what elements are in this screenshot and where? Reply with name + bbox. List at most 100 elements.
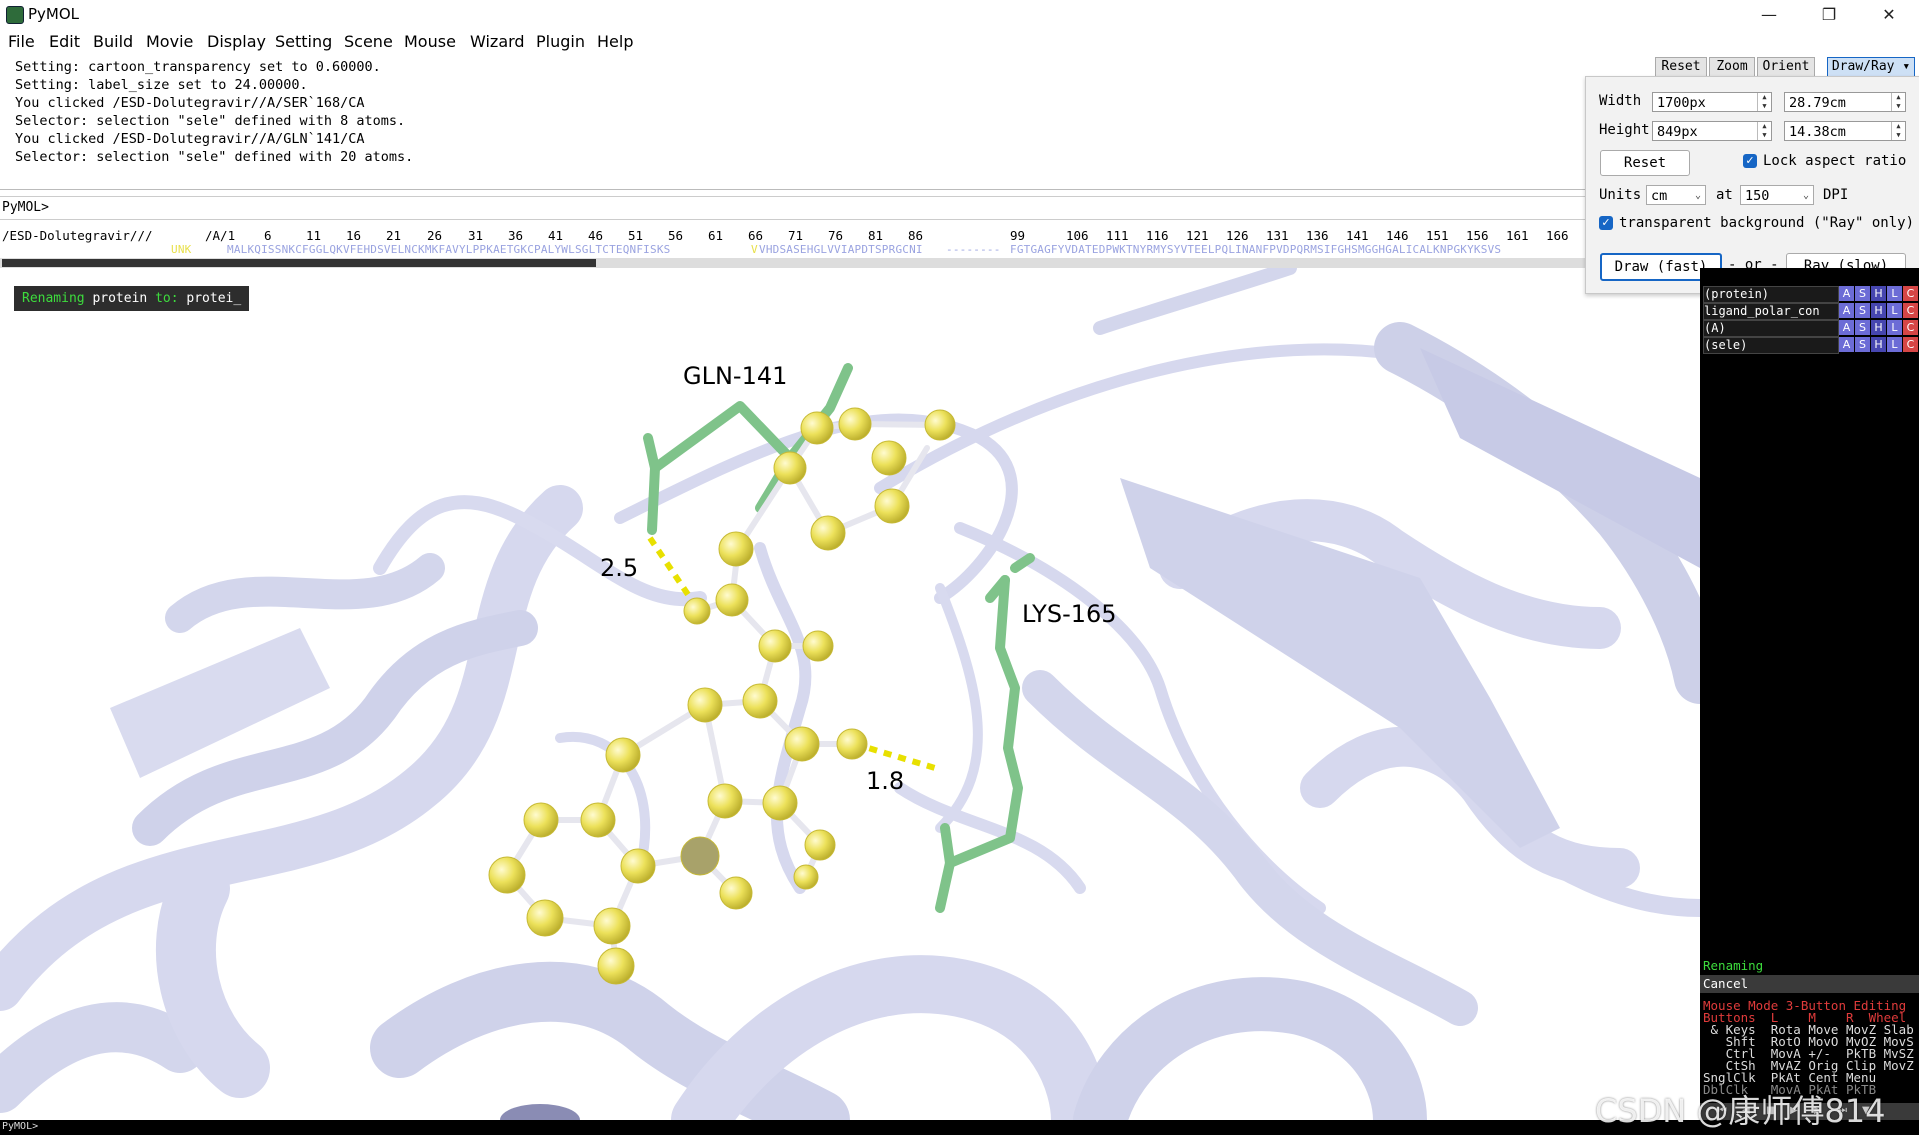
draw-ray-button[interactable]: Draw/Ray ▾ [1827, 57, 1915, 77]
object-name[interactable]: (protein) [1703, 286, 1839, 303]
color-button[interactable]: C [1903, 286, 1918, 301]
sequence-scroll-thumb[interactable] [2, 259, 596, 267]
color-button[interactable]: C [1903, 303, 1918, 318]
restore-icon[interactable]: ❐ [1806, 0, 1852, 28]
command-input[interactable] [58, 198, 1582, 218]
log-line: You clicked /ESD-Dolutegravir//A/SER`168… [15, 95, 365, 111]
title-bar: PyMOL — ❐ ✕ [0, 0, 1919, 28]
minimize-icon[interactable]: — [1746, 0, 1792, 28]
sequence-number: 136 [1306, 228, 1329, 243]
units-select[interactable]: cm ⌄ [1646, 185, 1706, 205]
lock-aspect-checkbox[interactable]: ✓ [1743, 154, 1757, 168]
sequence-ligand-residue[interactable]: UNK [171, 243, 191, 256]
color-button[interactable]: C [1903, 337, 1918, 352]
sequence-residue-highlight[interactable]: V [751, 243, 758, 256]
menu-wizard[interactable]: Wizard [470, 32, 525, 51]
object-row-sele[interactable]: (sele) A S H L C [1700, 337, 1919, 354]
watermark: CSDN @康师傅814 [1595, 1092, 1886, 1130]
show-button[interactable]: S [1855, 303, 1870, 318]
action-button[interactable]: A [1839, 337, 1854, 352]
menu-movie[interactable]: Movie [146, 32, 193, 51]
menu-file[interactable]: File [8, 32, 35, 51]
spin-arrows-icon[interactable]: ▲ ▼ [1891, 93, 1905, 111]
object-name[interactable]: (A) [1703, 320, 1839, 337]
log-line: Selector: selection "sele" defined with … [15, 113, 406, 129]
hide-button[interactable]: H [1871, 320, 1886, 335]
sequence-number: 6 [264, 228, 272, 243]
command-row: PyMOL> [0, 196, 1585, 220]
menu-plugin[interactable]: Plugin [536, 32, 585, 51]
molecular-viewport[interactable]: Renaming protein to: protei_ GLN-141 LYS… [0, 268, 1700, 1120]
color-button[interactable]: C [1903, 320, 1918, 335]
dpi-select[interactable]: 150 ⌄ [1740, 185, 1814, 205]
menu-bar: File Edit Build Movie Display Setting Sc… [0, 28, 1919, 56]
object-row-a[interactable]: (A) A S H L C [1700, 320, 1919, 337]
sequence-chain-label: /A/1 [205, 228, 236, 243]
sequence-residues[interactable]: FGTGAGFYVDATEDPWKTNYRMYSYVTEELPQLINANFPV… [1010, 243, 1501, 256]
sequence-number: 66 [748, 228, 764, 243]
spin-arrows-icon[interactable]: ▲ ▼ [1757, 93, 1771, 111]
pymol-app-icon [6, 6, 24, 24]
sequence-scrollbar[interactable] [0, 258, 1585, 268]
bottom-prompt: PyMOL> [2, 1121, 39, 1132]
label-button[interactable]: L [1887, 337, 1902, 352]
hide-button[interactable]: H [1871, 337, 1886, 352]
action-button[interactable]: A [1839, 286, 1854, 301]
object-row-ligand[interactable]: ligand_polar_con A S H L C [1700, 303, 1919, 320]
object-name[interactable]: (sele) [1703, 337, 1839, 354]
reset-view-button[interactable]: Reset [1655, 57, 1707, 77]
hide-button[interactable]: H [1871, 286, 1886, 301]
width-label: Width [1599, 93, 1642, 109]
sequence-viewer[interactable]: /ESD-Dolutegravir/// /A/1 6 11 16 21 26 31 36 4… [0, 226, 1585, 258]
width-cm-input[interactable]: 28.79cm ▲ ▼ [1784, 92, 1906, 112]
menu-scene[interactable]: Scene [344, 32, 393, 51]
action-button[interactable]: A [1839, 303, 1854, 318]
sequence-number: 111 [1106, 228, 1129, 243]
sequence-number: 106 [1066, 228, 1089, 243]
menu-edit[interactable]: Edit [49, 32, 80, 51]
sequence-number: 21 [386, 228, 402, 243]
window-title: PyMOL [28, 5, 80, 23]
hide-button[interactable]: H [1871, 303, 1886, 318]
sequence-number: 166 [1546, 228, 1569, 243]
sequence-residues[interactable]: MALKQISSNKCFGGLQKVFEHDSVELNCKMKFAVYLPPKA… [227, 243, 670, 256]
sequence-number: 141 [1346, 228, 1369, 243]
spin-arrows-icon[interactable]: ▲ ▼ [1757, 122, 1771, 140]
height-label: Height [1599, 122, 1650, 138]
menu-build[interactable]: Build [93, 32, 133, 51]
object-name[interactable]: ligand_polar_con [1703, 303, 1839, 320]
label-button[interactable]: L [1887, 303, 1902, 318]
zoom-button[interactable]: Zoom [1709, 57, 1755, 77]
sequence-number: 146 [1386, 228, 1409, 243]
width-px-input[interactable]: 1700px ▲ ▼ [1652, 92, 1772, 112]
log-line: Setting: cartoon_transparency set to 0.6… [15, 59, 381, 75]
distance-label: 1.8 [866, 767, 905, 795]
residue-label-lys: LYS-165 [1022, 600, 1117, 628]
menu-help[interactable]: Help [597, 32, 633, 51]
menu-display[interactable]: Display [207, 32, 266, 51]
show-button[interactable]: S [1855, 286, 1870, 301]
size-reset-button[interactable]: Reset [1600, 150, 1690, 176]
orient-button[interactable]: Orient [1757, 57, 1815, 77]
cancel-button[interactable]: Cancel [1700, 975, 1919, 993]
menu-setting[interactable]: Setting [275, 32, 332, 51]
molecule-render[interactable] [0, 268, 1700, 1120]
object-row-protein[interactable]: (protein) A S H L C [1700, 286, 1919, 303]
label-button[interactable]: L [1887, 286, 1902, 301]
sequence-number: 41 [548, 228, 564, 243]
transparent-bg-checkbox[interactable]: ✓ [1599, 216, 1613, 230]
close-icon[interactable]: ✕ [1866, 0, 1912, 28]
sequence-number: 31 [468, 228, 484, 243]
sequence-number: 121 [1186, 228, 1209, 243]
menu-mouse[interactable]: Mouse [404, 32, 456, 51]
action-button[interactable]: A [1839, 320, 1854, 335]
show-button[interactable]: S [1855, 320, 1870, 335]
label-button[interactable]: L [1887, 320, 1902, 335]
show-button[interactable]: S [1855, 337, 1870, 352]
spin-arrows-icon[interactable]: ▲ ▼ [1891, 122, 1905, 140]
height-cm-input[interactable]: 14.38cm ▲ ▼ [1784, 121, 1906, 141]
sequence-residues[interactable]: VHDSASEHGLVVIAPDTSPRGCNI [759, 243, 923, 256]
height-px-input[interactable]: 849px ▲ ▼ [1652, 121, 1772, 141]
dpi-label: DPI [1823, 187, 1849, 203]
log-line: Selector: selection "sele" defined with … [15, 149, 414, 165]
